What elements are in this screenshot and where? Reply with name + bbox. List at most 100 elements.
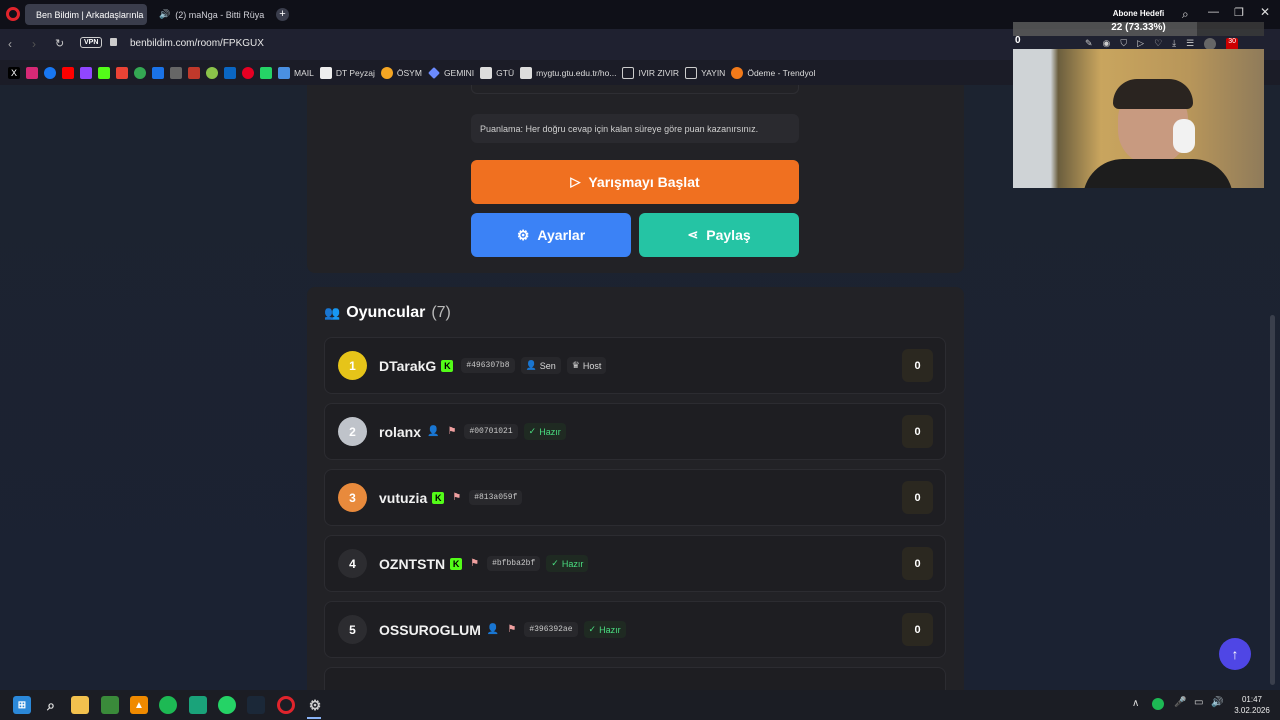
status-badge: ✓ Hazır bbox=[546, 555, 589, 572]
bookmark-mygtu[interactable]: mygtu.gtu.edu.tr/ho... bbox=[520, 66, 616, 79]
remove-user-icon[interactable]: ⚑ bbox=[452, 492, 461, 503]
subscriber-goal-progress: 22 (73.33%) bbox=[1111, 22, 1166, 33]
webcam-hair bbox=[1113, 79, 1193, 109]
player-score: 0 bbox=[902, 481, 933, 514]
tab-ben-bildim[interactable]: Ben Bildim | Arkadaşlarınla bbox=[25, 4, 147, 25]
player-row[interactable]: 5 OSSUROGLUM 👤 ⚑ #396392ae ✓ Hazır 0 bbox=[324, 601, 946, 658]
start-game-button[interactable]: ▷ Yarışmayı Başlat bbox=[471, 160, 799, 204]
player-row[interactable]: 1 DTarakG K #496307b8 👤 Sen ♛ Host 0 bbox=[324, 337, 946, 394]
page-icon bbox=[520, 66, 533, 79]
bookmark-osym[interactable]: ÖSYM bbox=[380, 66, 422, 79]
players-count: (7) bbox=[431, 304, 451, 321]
tab-youtube[interactable]: 🔊 (2) maNga - Bitti Rüya bbox=[148, 4, 270, 25]
bookmark-folder-ivir-zivir[interactable]: IVIR ZIVIR bbox=[622, 66, 680, 79]
player-score: 0 bbox=[902, 613, 933, 646]
kick-icon: K bbox=[432, 491, 445, 504]
player-row[interactable]: 3 vutuzia K ⚑ #813a059f 0 bbox=[324, 469, 946, 526]
maps-icon[interactable] bbox=[134, 66, 146, 79]
kick-icon: K bbox=[450, 557, 463, 570]
scrollbar[interactable] bbox=[1270, 315, 1275, 685]
x-icon[interactable]: X bbox=[8, 66, 20, 79]
player-row[interactable] bbox=[324, 667, 946, 690]
badge-label: Hazır bbox=[599, 624, 621, 635]
player-row[interactable]: 2 rolanx 👤 ⚑ #00701021 ✓ Hazır 0 bbox=[324, 403, 946, 460]
share-icon: ⋖ bbox=[687, 227, 699, 242]
kick-icon[interactable] bbox=[98, 66, 110, 79]
forward-icon[interactable]: › bbox=[32, 37, 36, 51]
settings-button[interactable]: ⚙ Ayarlar bbox=[471, 213, 631, 257]
bookmark-red-icon[interactable] bbox=[188, 66, 200, 79]
crown-icon: ♛ bbox=[571, 360, 580, 370]
check-circle-icon: ✓ bbox=[551, 558, 559, 568]
remove-user-icon[interactable]: ⚑ bbox=[507, 624, 516, 635]
remove-user-icon[interactable]: ⚑ bbox=[470, 558, 479, 569]
players-header: 👥 Oyuncular (7) bbox=[324, 304, 451, 322]
volume-icon[interactable]: 🔊 bbox=[1211, 697, 1223, 708]
app-icon[interactable] bbox=[101, 696, 119, 714]
url-field[interactable]: benbildim.com/room/FPKGUX bbox=[130, 38, 264, 49]
rank-badge: 3 bbox=[338, 483, 367, 512]
tab-title: (2) maNga - Bitti Rüya bbox=[175, 9, 265, 20]
instagram-icon[interactable] bbox=[26, 66, 38, 79]
monitor-icon[interactable]: ▭ bbox=[1194, 697, 1203, 708]
file-explorer-icon[interactable] bbox=[71, 696, 89, 714]
link-icon[interactable] bbox=[170, 66, 182, 79]
bookmark-label: GTÜ bbox=[496, 67, 515, 78]
rank-badge: 4 bbox=[338, 549, 367, 578]
opera-icon[interactable] bbox=[277, 696, 295, 714]
player-id: #bfbba2bf bbox=[487, 556, 541, 571]
bookmark-label: ÖSYM bbox=[396, 67, 422, 78]
steam-icon[interactable] bbox=[247, 696, 265, 714]
bookmark-gemini[interactable]: GEMINI bbox=[427, 66, 474, 79]
bookmark-mail[interactable]: MAIL bbox=[278, 66, 314, 79]
facebook-icon[interactable] bbox=[44, 66, 56, 79]
bookmark-label: IVIR ZIVIR bbox=[638, 67, 680, 78]
badge-label: Hazır bbox=[561, 558, 584, 569]
spotify-icon[interactable] bbox=[159, 696, 177, 714]
share-button[interactable]: ⋖ Paylaş bbox=[639, 213, 799, 257]
whatsapp-icon[interactable] bbox=[218, 696, 236, 714]
app-icon[interactable] bbox=[189, 696, 207, 714]
gmail-icon[interactable] bbox=[116, 66, 128, 79]
remove-user-icon[interactable]: ⚑ bbox=[447, 426, 456, 437]
badge-label: Host bbox=[582, 360, 602, 371]
bookmark-folder-yayin[interactable]: YAYIN bbox=[685, 66, 726, 79]
tab-title: Ben Bildim | Arkadaşlarınla bbox=[36, 9, 144, 20]
bookmark-dt-peyzaj[interactable]: DT Peyzaj bbox=[319, 66, 375, 79]
player-name: OZNTSTN bbox=[379, 555, 446, 572]
gear-icon: ⚙ bbox=[516, 226, 530, 243]
user-icon: 👤 bbox=[427, 426, 440, 437]
twitch-icon[interactable] bbox=[80, 66, 92, 79]
microphone-icon[interactable]: 🎤 bbox=[1174, 697, 1186, 708]
status-badge: ✓ Hazır bbox=[583, 621, 626, 638]
bookmark-gtu[interactable]: GTÜ bbox=[480, 66, 515, 79]
spotify-tray-icon[interactable] bbox=[1152, 698, 1164, 710]
kick-icon: K bbox=[441, 359, 454, 372]
opera-logo-icon[interactable] bbox=[6, 7, 20, 21]
status-badge: 👤 Sen bbox=[520, 357, 561, 374]
player-row[interactable]: 4 OZNTSTN K ⚑ #bfbba2bf ✓ Hazır 0 bbox=[324, 535, 946, 592]
clock[interactable]: 01:47 3.02.2026 bbox=[1228, 694, 1276, 716]
bookmark-label: YAYIN bbox=[701, 67, 726, 78]
dollar-icon[interactable] bbox=[152, 66, 164, 79]
chevron-up-icon[interactable]: ∧ bbox=[1132, 698, 1139, 709]
whatsapp-icon[interactable] bbox=[260, 66, 272, 79]
vpn-badge[interactable]: VPN bbox=[80, 37, 103, 48]
back-icon[interactable]: ‹ bbox=[8, 37, 12, 51]
windows-start-icon[interactable]: ⊞ bbox=[13, 696, 31, 714]
player-score: 0 bbox=[902, 349, 933, 382]
bookmark-trendyol[interactable]: Ödeme - Trendyol bbox=[731, 66, 815, 79]
youtube-icon[interactable] bbox=[62, 66, 74, 79]
settings-icon[interactable]: ⚙ bbox=[306, 696, 324, 714]
pinterest-icon[interactable] bbox=[242, 66, 254, 79]
search-icon[interactable]: ⌕ bbox=[42, 696, 60, 714]
vlc-icon[interactable]: ▲ bbox=[130, 696, 148, 714]
reload-icon[interactable]: ↻ bbox=[55, 37, 64, 50]
new-tab-icon[interactable]: + bbox=[276, 8, 289, 21]
player-id: #00701021 bbox=[464, 424, 518, 439]
user-icon: 👤 bbox=[486, 624, 500, 635]
scroll-to-top-button[interactable]: ↑ bbox=[1219, 638, 1251, 670]
folder-icon bbox=[622, 66, 635, 79]
bookmark-green-icon[interactable] bbox=[206, 66, 218, 79]
linkedin-icon[interactable] bbox=[224, 66, 236, 79]
